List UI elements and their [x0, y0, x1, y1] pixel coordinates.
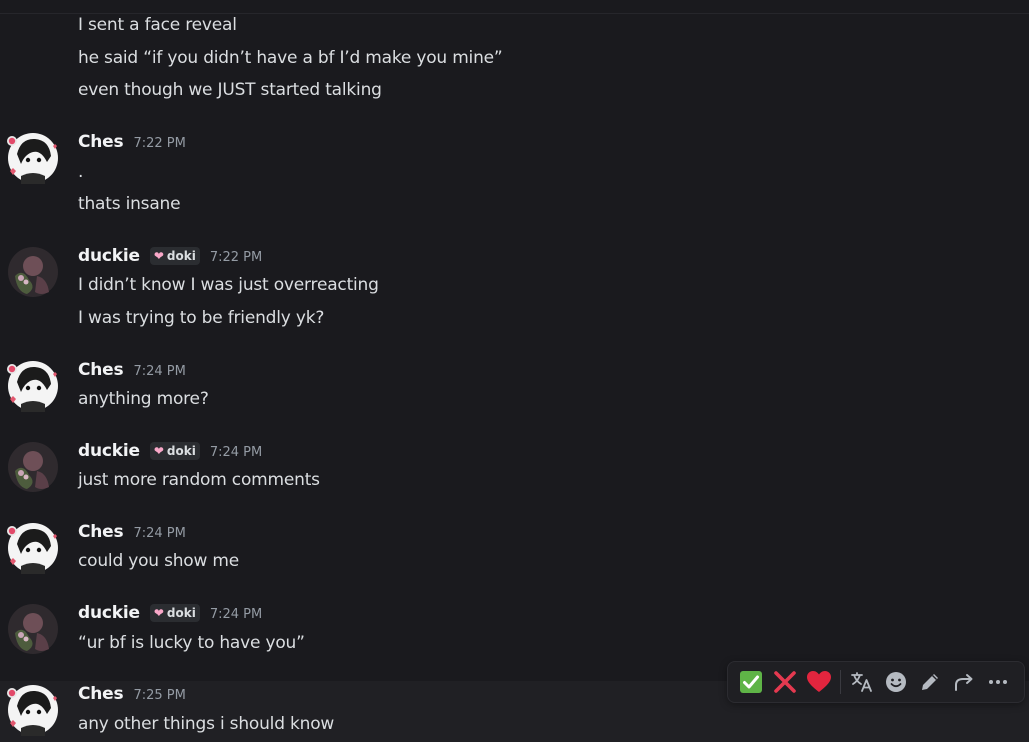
timestamp[interactable]: 7:24 PM [133, 364, 185, 379]
message-line: even though we JUST started talking [78, 80, 382, 100]
forward-icon[interactable] [947, 665, 981, 699]
timestamp[interactable]: 7:24 PM [210, 445, 262, 460]
message-header: Ches 7:24 PM [78, 360, 186, 380]
message-line: just more random comments [78, 470, 320, 490]
timestamp[interactable]: 7:24 PM [210, 607, 262, 622]
username[interactable]: duckie [78, 246, 140, 266]
avatar-ches[interactable] [7, 684, 59, 736]
add-reaction-icon[interactable] [879, 665, 913, 699]
message-header: Ches 7:24 PM [78, 522, 186, 542]
timestamp[interactable]: 7:24 PM [133, 526, 185, 541]
timestamp[interactable]: 7:22 PM [133, 136, 185, 151]
guild-tag-label: doki [166, 249, 196, 263]
message-header: duckie ❤ doki 7:22 PM [78, 246, 262, 266]
username[interactable]: Ches [78, 684, 124, 704]
guild-tag-badge[interactable]: ❤ doki [149, 442, 200, 460]
message-line: “ur bf is lucky to have you” [78, 633, 305, 653]
message-line: anything more? [78, 389, 209, 409]
guild-tag-badge[interactable]: ❤ doki [149, 604, 200, 622]
username[interactable]: Ches [78, 132, 124, 152]
message-line: . [78, 162, 84, 182]
timestamp[interactable]: 7:22 PM [210, 250, 262, 265]
avatar-duckie[interactable] [7, 441, 59, 493]
edit-icon[interactable] [913, 665, 947, 699]
chat-messages-pane: I sent a face reveal he said “if you did… [0, 0, 1029, 742]
message-header: Ches 7:25 PM [78, 684, 186, 704]
timestamp[interactable]: 7:25 PM [133, 688, 185, 703]
toolbar-separator [840, 670, 841, 694]
username[interactable]: Ches [78, 522, 124, 542]
translate-icon[interactable] [845, 665, 879, 699]
username[interactable]: Ches [78, 360, 124, 380]
message-line: he said “if you didn’t have a bf I’d mak… [78, 48, 503, 68]
message-line: could you show me [78, 551, 240, 571]
message-line: I was trying to be friendly yk? [78, 308, 325, 328]
guild-tag-label: doki [166, 606, 196, 620]
avatar-duckie[interactable] [7, 603, 59, 655]
avatar-ches[interactable] [7, 132, 59, 184]
pink-heart-icon: ❤ [153, 444, 164, 458]
message-line: I sent a face reveal [78, 15, 237, 35]
red-heart-emoji-icon[interactable] [802, 665, 836, 699]
username[interactable]: duckie [78, 441, 140, 461]
username[interactable]: duckie [78, 603, 140, 623]
guild-tag-label: doki [166, 444, 196, 458]
avatar-duckie[interactable] [7, 246, 59, 298]
message-line: I didn’t know I was just overreacting [78, 275, 379, 295]
message-actions-toolbar [727, 661, 1025, 703]
message-line: any other things i should know [78, 714, 335, 734]
guild-tag-badge[interactable]: ❤ doki [149, 247, 200, 265]
avatar-ches[interactable] [7, 360, 59, 412]
message-line: thats insane [78, 194, 181, 214]
message-header: duckie ❤ doki 7:24 PM [78, 603, 262, 623]
pink-heart-icon: ❤ [153, 606, 164, 620]
more-icon[interactable] [981, 665, 1015, 699]
message-header: Ches 7:22 PM [78, 132, 186, 152]
message-header: duckie ❤ doki 7:24 PM [78, 441, 262, 461]
avatar-ches[interactable] [7, 522, 59, 574]
cross-mark-emoji-icon[interactable] [768, 665, 802, 699]
check-mark-emoji-icon[interactable] [734, 665, 768, 699]
pink-heart-icon: ❤ [153, 249, 164, 263]
